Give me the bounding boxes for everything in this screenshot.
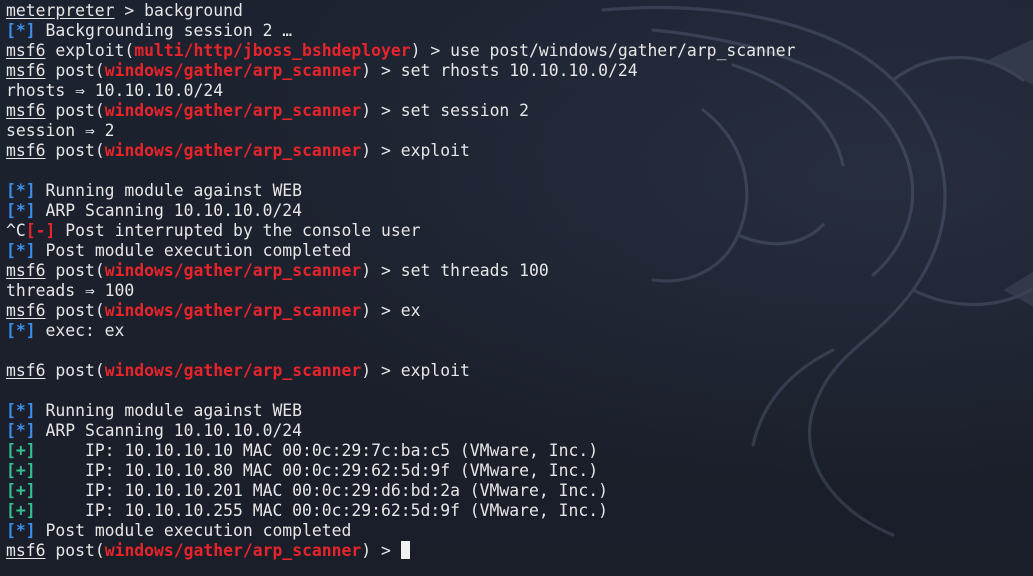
line-text: ARP Scanning 10.10.10.0/24 <box>35 201 303 220</box>
terminal-line: [*] Running module against WEB <box>6 401 795 421</box>
line-text: post( <box>45 61 105 80</box>
terminal-window[interactable]: meterpreter > background [*] Backgroundin… <box>0 0 1033 576</box>
terminal-line: [*] ARP Scanning 10.10.10.0/24 <box>6 421 795 441</box>
line-text: post( <box>45 141 105 160</box>
line-text: ) > exploit <box>361 141 470 160</box>
line-text: IP: 10.10.10.201 MAC 00:0c:29:d6:bd:2a (… <box>35 481 608 500</box>
line-text: ) > set rhosts 10.10.10.0/24 <box>361 61 638 80</box>
line-text: Post module execution completed <box>35 521 352 540</box>
info-marker: [*] <box>6 521 36 540</box>
prompt-label: msf6 <box>6 361 46 380</box>
terminal-cursor[interactable] <box>400 541 410 559</box>
line-text: threads ⇒ 100 <box>6 281 135 300</box>
line-text: Post module execution completed <box>35 241 352 260</box>
prompt-label: msf6 <box>6 41 46 60</box>
line-text: ) > ex <box>361 301 421 320</box>
line-text: session ⇒ 2 <box>6 121 115 140</box>
info-marker: [*] <box>6 401 36 420</box>
terminal-output: meterpreter > background [*] Backgroundin… <box>6 1 795 561</box>
info-marker: [*] <box>6 421 36 440</box>
module-name: windows/gather/arp_scanner <box>104 301 362 320</box>
terminal-line: [+] IP: 10.10.10.10 MAC 00:0c:29:7c:ba:c… <box>6 441 795 461</box>
line-text: Running module against WEB <box>35 181 303 200</box>
line-text: ^C <box>6 221 26 240</box>
terminal-line: [+] IP: 10.10.10.201 MAC 00:0c:29:d6:bd:… <box>6 481 795 501</box>
line-text: exec: ex <box>35 321 125 340</box>
terminal-line: [+] IP: 10.10.10.255 MAC 00:0c:29:62:5d:… <box>6 501 795 521</box>
terminal-line: session ⇒ 2 <box>6 121 795 141</box>
terminal-line: msf6 post(windows/gather/arp_scanner) > … <box>6 301 795 321</box>
terminal-line: msf6 post(windows/gather/arp_scanner) > … <box>6 141 795 161</box>
success-marker: [+] <box>6 441 36 460</box>
line-text: exploit( <box>45 41 135 60</box>
terminal-line: msf6 post(windows/gather/arp_scanner) > … <box>6 361 795 381</box>
prompt-label: meterpreter <box>6 1 115 20</box>
terminal-line: msf6 post(windows/gather/arp_scanner) > <box>6 541 795 561</box>
module-name: windows/gather/arp_scanner <box>104 261 362 280</box>
terminal-line: msf6 post(windows/gather/arp_scanner) > … <box>6 101 795 121</box>
line-text: post( <box>45 261 105 280</box>
module-name: windows/gather/arp_scanner <box>104 361 362 380</box>
line-text: rhosts ⇒ 10.10.10.0/24 <box>6 81 224 100</box>
prompt-label: msf6 <box>6 261 46 280</box>
line-text: IP: 10.10.10.80 MAC 00:0c:29:62:5d:9f (V… <box>35 461 599 480</box>
terminal-line: [+] IP: 10.10.10.80 MAC 00:0c:29:62:5d:9… <box>6 461 795 481</box>
prompt-label: msf6 <box>6 141 46 160</box>
terminal-line: msf6 exploit(multi/http/jboss_bshdeploye… <box>6 41 795 61</box>
module-name: windows/gather/arp_scanner <box>104 101 362 120</box>
terminal-line: [*] exec: ex <box>6 321 795 341</box>
line-text: post( <box>45 101 105 120</box>
prompt-label: msf6 <box>6 301 46 320</box>
success-marker: [+] <box>6 501 36 520</box>
line-text: post( <box>45 361 105 380</box>
terminal-line: msf6 post(windows/gather/arp_scanner) > … <box>6 261 795 281</box>
line-text: IP: 10.10.10.10 MAC 00:0c:29:7c:ba:c5 (V… <box>35 441 599 460</box>
line-text: ) > exploit <box>361 361 470 380</box>
line-text: ) > set threads 100 <box>361 261 549 280</box>
line-text: post( <box>45 301 105 320</box>
terminal-line: [*] Post module execution completed <box>6 521 795 541</box>
terminal-line: [*] Post module execution completed <box>6 241 795 261</box>
line-text: Backgrounding session 2 … <box>35 21 293 40</box>
line-text: ) > set session 2 <box>361 101 530 120</box>
prompt-label: msf6 <box>6 61 46 80</box>
terminal-line: rhosts ⇒ 10.10.10.0/24 <box>6 81 795 101</box>
success-marker: [+] <box>6 481 36 500</box>
prompt-label: msf6 <box>6 101 46 120</box>
line-text: > background <box>114 1 243 20</box>
terminal-line: ^C[-] Post interrupted by the console us… <box>6 221 795 241</box>
error-marker: [-] <box>25 221 56 240</box>
line-text: Post interrupted by the console user <box>55 221 421 240</box>
line-text: IP: 10.10.10.255 MAC 00:0c:29:62:5d:9f (… <box>35 501 608 520</box>
line-text: Running module against WEB <box>35 401 303 420</box>
terminal-line: threads ⇒ 100 <box>6 281 795 301</box>
prompt-label: msf6 <box>6 541 46 560</box>
info-marker: [*] <box>6 21 36 40</box>
terminal-line: [*] Backgrounding session 2 … <box>6 21 795 41</box>
module-name: windows/gather/arp_scanner <box>104 541 362 560</box>
module-name: multi/http/jboss_bshdeployer <box>134 41 411 60</box>
info-marker: [*] <box>6 241 36 260</box>
info-marker: [*] <box>6 201 36 220</box>
line-text: ARP Scanning 10.10.10.0/24 <box>35 421 303 440</box>
line-text: ) > <box>361 541 401 560</box>
success-marker: [+] <box>6 461 36 480</box>
line-text: ) > use post/windows/gather/arp_scanner <box>410 41 796 60</box>
module-name: windows/gather/arp_scanner <box>104 61 362 80</box>
terminal-line: msf6 post(windows/gather/arp_scanner) > … <box>6 61 795 81</box>
info-marker: [*] <box>6 181 36 200</box>
module-name: windows/gather/arp_scanner <box>104 141 362 160</box>
line-text: post( <box>45 541 105 560</box>
terminal-line: [*] Running module against WEB <box>6 181 795 201</box>
terminal-line: [*] ARP Scanning 10.10.10.0/24 <box>6 201 795 221</box>
info-marker: [*] <box>6 321 36 340</box>
terminal-line: meterpreter > background <box>6 1 795 21</box>
